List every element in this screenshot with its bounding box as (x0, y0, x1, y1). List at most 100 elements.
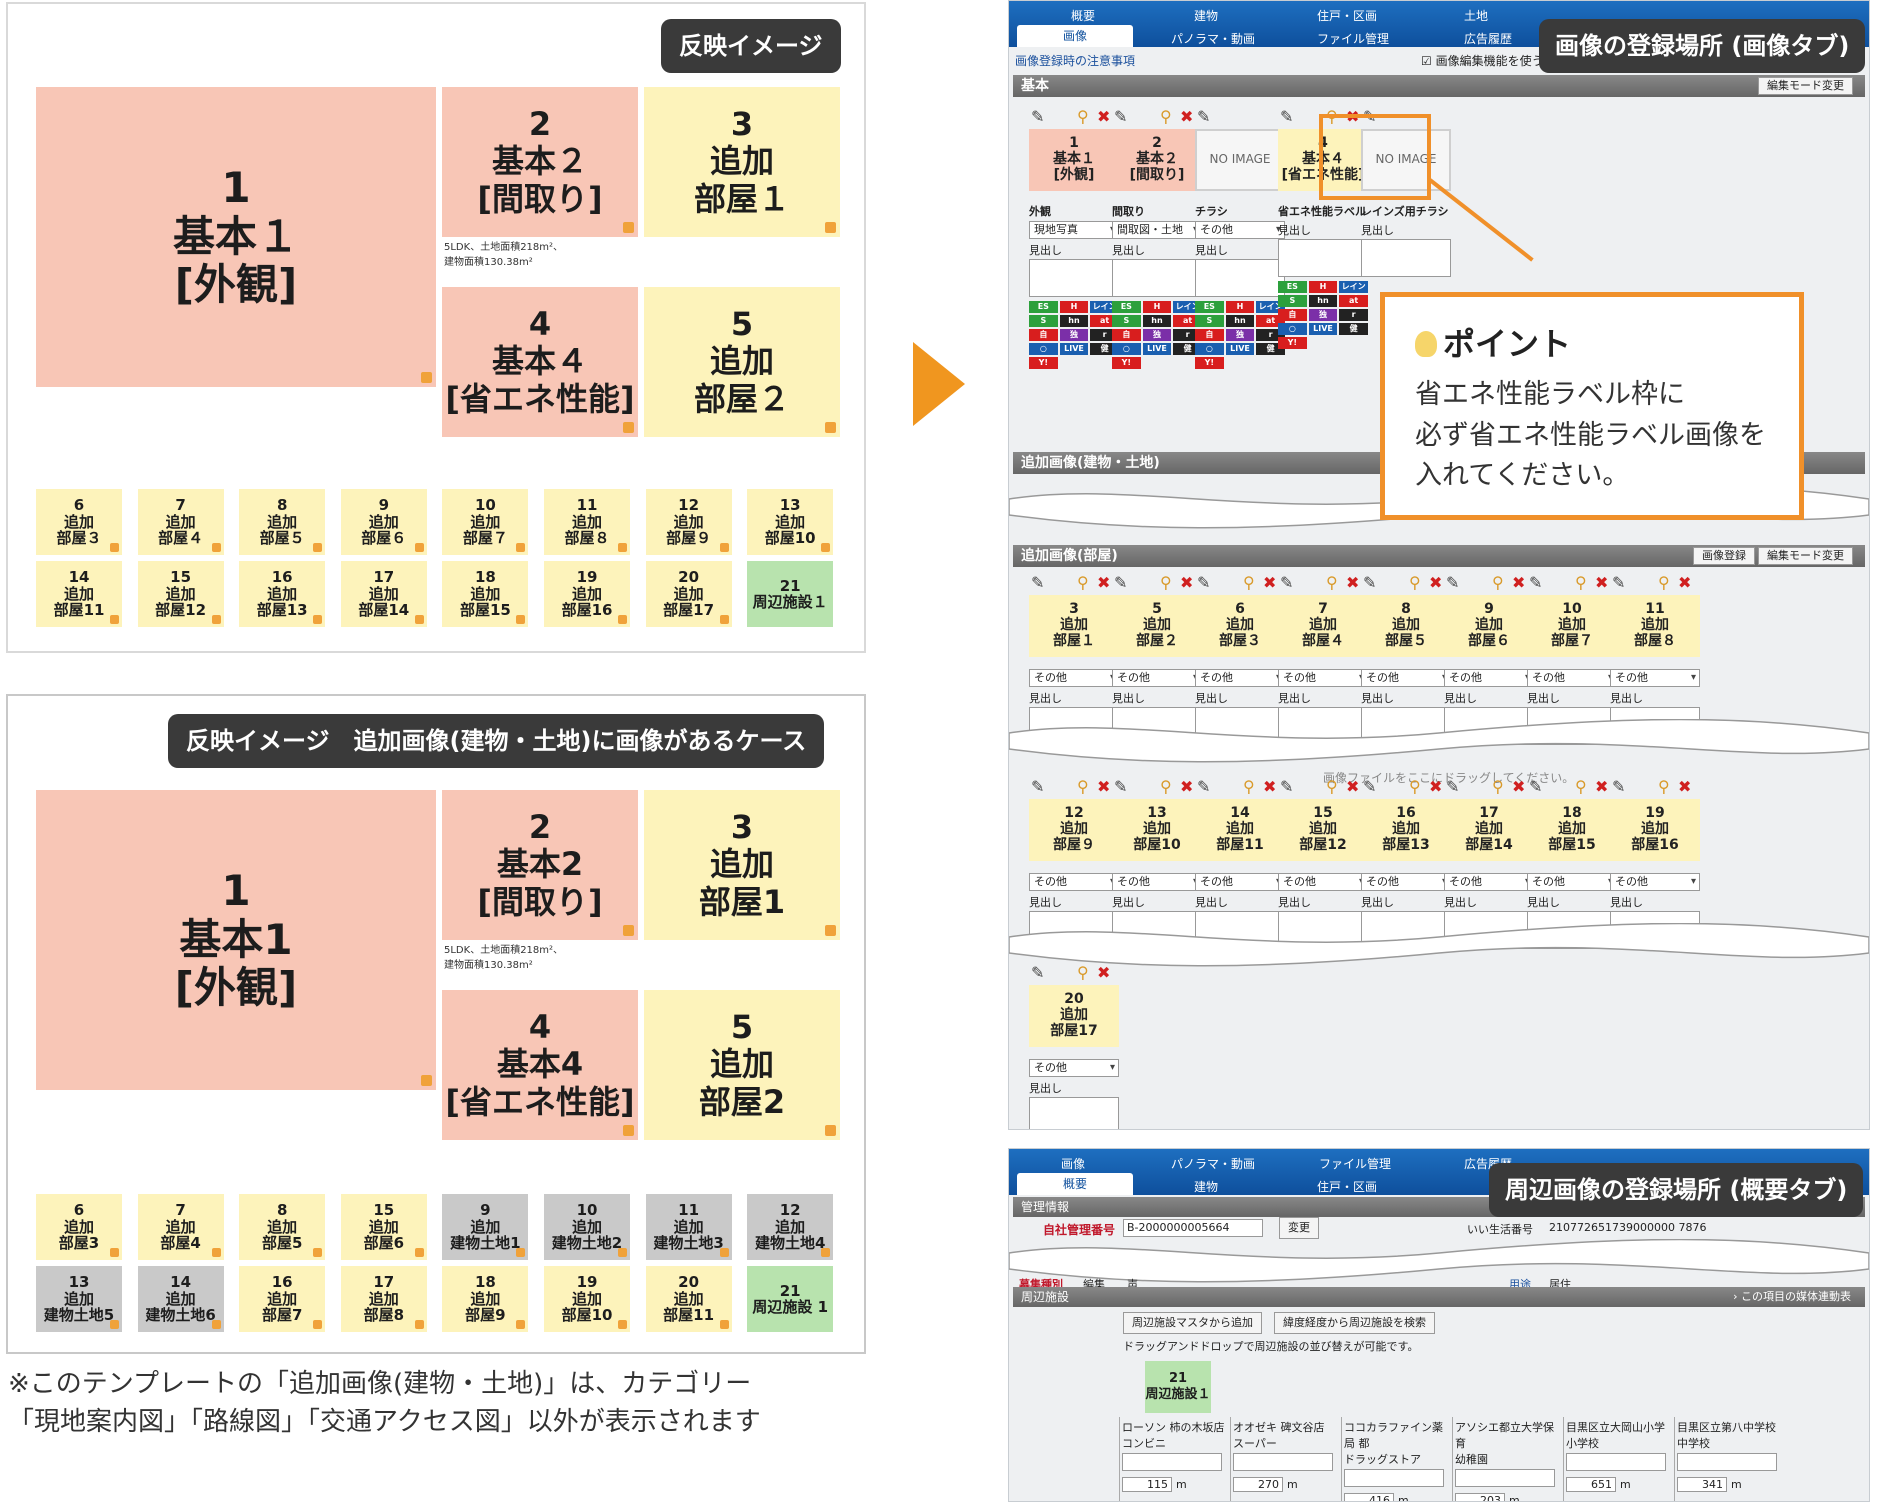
edit-icon[interactable]: ✎ (1114, 575, 1130, 591)
facility-distance[interactable]: 416 m (1344, 1493, 1449, 1501)
slot-thumbnail[interactable]: 12 追加 部屋９ (1029, 799, 1119, 861)
delete-icon[interactable]: ✖ (1180, 575, 1196, 591)
slot-thumbnail[interactable]: 16 追加 部屋13 (1361, 799, 1451, 861)
delete-icon[interactable]: ✖ (1097, 779, 1113, 795)
tab-panorama[interactable]: パノラマ・動画 (1171, 1155, 1255, 1172)
tab-land[interactable]: 土地 (1464, 7, 1488, 24)
slot-thumbnail[interactable]: 8 追加 部屋５ (1361, 595, 1451, 657)
zoom-icon[interactable]: ⚲ (1326, 575, 1342, 591)
category-select[interactable]: その他 (1610, 669, 1700, 687)
category-select[interactable]: その他 (1610, 873, 1700, 891)
edit-icon[interactable]: ✎ (1031, 965, 1047, 981)
zoom-icon[interactable]: ⚲ (1077, 109, 1093, 125)
edit-icon[interactable]: ✎ (1280, 109, 1296, 125)
edit-icon[interactable]: ✎ (1363, 779, 1379, 795)
slot-thumbnail[interactable]: NO IMAGE (1195, 129, 1285, 191)
slot-thumbnail[interactable]: 9 追加 部屋６ (1444, 595, 1534, 657)
slot-thumbnail[interactable]: 10 追加 部屋７ (1527, 595, 1617, 657)
delete-icon[interactable]: ✖ (1263, 779, 1279, 795)
category-select[interactable]: その他 (1195, 221, 1285, 239)
delete-icon[interactable]: ✖ (1180, 109, 1196, 125)
zoom-icon[interactable]: ⚲ (1658, 779, 1674, 795)
facility-select[interactable] (1455, 1469, 1555, 1487)
category-select[interactable]: その他 (1029, 873, 1119, 891)
zoom-icon[interactable]: ⚲ (1243, 779, 1259, 795)
tab-building[interactable]: 建物 (1194, 1178, 1218, 1195)
zoom-icon[interactable]: ⚲ (1077, 575, 1093, 591)
facility-column[interactable]: ココカラファイン薬局 都ドラッグストア 416 m (1341, 1417, 1451, 1501)
edit-icon[interactable]: ✎ (1114, 779, 1130, 795)
slot-thumbnail[interactable]: 17 追加 部屋14 (1444, 799, 1534, 861)
edit-icon[interactable]: ✎ (1612, 575, 1628, 591)
facility-select[interactable] (1233, 1453, 1333, 1471)
category-select[interactable]: その他 (1444, 669, 1534, 687)
zoom-icon[interactable]: ⚲ (1492, 575, 1508, 591)
edit-icon[interactable]: ✎ (1031, 779, 1047, 795)
slot-thumbnail[interactable]: 6 追加 部屋３ (1195, 595, 1285, 657)
edit-icon[interactable]: ✎ (1197, 779, 1213, 795)
facility-column[interactable]: 目黒区立大岡山小学 小学校 651 m (1563, 1417, 1673, 1501)
category-select[interactable]: その他 (1527, 669, 1617, 687)
zoom-icon[interactable]: ⚲ (1658, 575, 1674, 591)
zoom-icon[interactable]: ⚲ (1160, 779, 1176, 795)
delete-icon[interactable]: ✖ (1346, 779, 1362, 795)
tab-unit[interactable]: 住戸・区画 (1317, 7, 1377, 24)
zoom-icon[interactable]: ⚲ (1409, 779, 1425, 795)
category-select[interactable]: その他 (1029, 1059, 1119, 1077)
delete-icon[interactable]: ✖ (1097, 109, 1113, 125)
facility-column[interactable]: ローソン 柿の木坂店 コンビニ 115 m (1119, 1417, 1229, 1501)
edit-icon[interactable]: ✎ (1280, 575, 1296, 591)
tab-overview[interactable]: 概要 (1071, 7, 1095, 24)
category-select[interactable]: その他 (1361, 873, 1451, 891)
delete-icon[interactable]: ✖ (1429, 575, 1445, 591)
tab-panorama[interactable]: パノラマ・動画 (1171, 30, 1255, 47)
zoom-icon[interactable]: ⚲ (1243, 575, 1259, 591)
tab-overview[interactable]: 概要 (1017, 1173, 1133, 1195)
edit-icon[interactable]: ✎ (1363, 575, 1379, 591)
zoom-icon[interactable]: ⚲ (1575, 575, 1591, 591)
change-button[interactable]: 変更 (1279, 1217, 1319, 1239)
facility-distance[interactable]: 341 m (1677, 1477, 1782, 1492)
slot-thumbnail[interactable]: 15 追加 部屋12 (1278, 799, 1368, 861)
slot-thumbnail[interactable]: 7 追加 部屋４ (1278, 595, 1368, 657)
caption-input[interactable] (1278, 239, 1368, 277)
delete-icon[interactable]: ✖ (1180, 779, 1196, 795)
category-select[interactable]: その他 (1527, 873, 1617, 891)
facility-select[interactable] (1122, 1453, 1222, 1471)
edit-icon[interactable]: ✎ (1197, 575, 1213, 591)
tab-building[interactable]: 建物 (1194, 7, 1218, 24)
delete-icon[interactable]: ✖ (1678, 575, 1694, 591)
edit-icon[interactable]: ✎ (1031, 109, 1047, 125)
caption-input[interactable] (1112, 259, 1202, 297)
slot-thumbnail[interactable]: 5 追加 部屋２ (1112, 595, 1202, 657)
zoom-icon[interactable]: ⚲ (1326, 779, 1342, 795)
edit-function-checkbox[interactable]: ☑ 画像編集機能を使う (1421, 52, 1544, 69)
zoom-icon[interactable]: ⚲ (1492, 779, 1508, 795)
delete-icon[interactable]: ✖ (1263, 575, 1279, 591)
zoom-icon[interactable]: ⚲ (1575, 779, 1591, 795)
media-link[interactable]: › この項目の媒体連動表 (1733, 1287, 1851, 1307)
tab-ad-history[interactable]: 広告履歴 (1464, 30, 1512, 47)
tab-image[interactable]: 画像 (1061, 1155, 1085, 1172)
facility-distance[interactable]: 651 m (1566, 1477, 1671, 1492)
category-select[interactable]: 間取図・土地 (1112, 221, 1202, 239)
edit-mode-button[interactable]: 編集モード変更 (1758, 547, 1853, 565)
category-select[interactable]: その他 (1112, 873, 1202, 891)
image-register-button[interactable]: 画像登録 (1693, 547, 1755, 565)
facility-column[interactable]: アソシエ都立大学保育 幼稚園 203 m (1452, 1417, 1562, 1501)
notice-link[interactable]: 画像登録時の注意事項 (1015, 52, 1135, 69)
tab-file[interactable]: ファイル管理 (1319, 1155, 1391, 1172)
facility-distance[interactable]: 115 m (1122, 1477, 1227, 1492)
slot-thumbnail[interactable]: 1 基本１ [外観] (1029, 129, 1119, 191)
edit-mode-button[interactable]: 編集モード変更 (1758, 77, 1853, 95)
edit-icon[interactable]: ✎ (1280, 779, 1296, 795)
edit-icon[interactable]: ✎ (1529, 779, 1545, 795)
delete-icon[interactable]: ✖ (1512, 575, 1528, 591)
zoom-icon[interactable]: ⚲ (1077, 965, 1093, 981)
facility-distance[interactable]: 203 m (1455, 1493, 1560, 1501)
edit-icon[interactable]: ✎ (1114, 109, 1130, 125)
delete-icon[interactable]: ✖ (1097, 965, 1113, 981)
edit-icon[interactable]: ✎ (1031, 575, 1047, 591)
delete-icon[interactable]: ✖ (1595, 779, 1611, 795)
facility-select[interactable] (1344, 1469, 1444, 1487)
